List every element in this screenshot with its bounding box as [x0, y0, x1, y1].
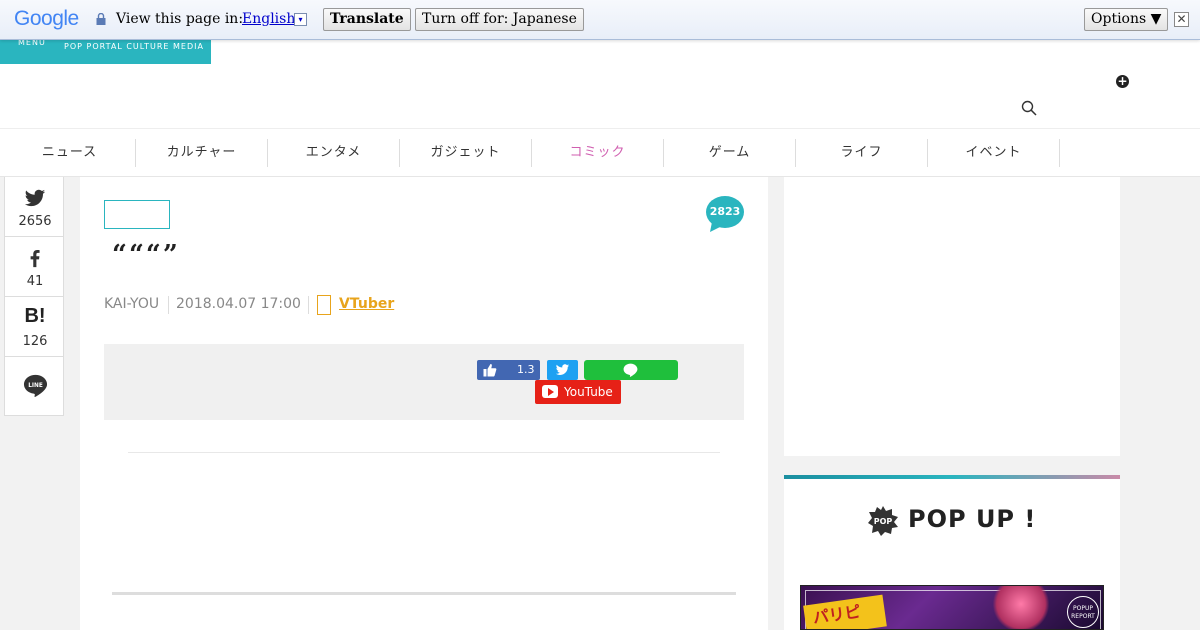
content-divider-thick [112, 592, 736, 595]
svg-text:LINE: LINE [28, 383, 43, 389]
nav-item[interactable]: ゲーム [664, 139, 796, 167]
translate-button[interactable]: Translate [323, 8, 411, 31]
site-logo-block[interactable]: MENU POP PORTAL CULTURE MEDIA [0, 38, 211, 64]
svg-text:POP: POP [874, 517, 893, 526]
search-icon[interactable] [1021, 100, 1037, 116]
pop-badge-icon: POP [868, 506, 898, 536]
plus-icon[interactable]: + [1116, 75, 1129, 88]
main-nav: ニュース カルチャー エンタメ ガジェット コミック ゲーム ライフ イベント [0, 128, 1200, 177]
turn-off-button[interactable]: Turn off for: Japanese [415, 8, 584, 31]
youtube-subscribe-button[interactable]: YouTube [535, 380, 621, 404]
nav-item[interactable]: イベント [928, 139, 1060, 167]
facebook-icon [30, 250, 40, 268]
comment-count: 2823 [709, 205, 741, 218]
nav-item[interactable]: ライフ [796, 139, 928, 167]
twitter-icon [555, 364, 570, 375]
line-share-button[interactable] [584, 360, 678, 380]
hatena-share[interactable]: B! 126 [5, 297, 63, 357]
twitter-icon [24, 189, 46, 207]
nav-item[interactable]: ニュース [4, 139, 136, 167]
twitter-share-count: 2656 [18, 214, 52, 229]
google-logo: Google [14, 7, 79, 31]
youtube-label: YouTube [564, 385, 613, 399]
pop-up-figure [991, 586, 1051, 629]
tag-icon [317, 295, 331, 315]
facebook-share-count: 41 [26, 274, 44, 289]
article-date: 2018.04.07 17:00 [176, 296, 301, 312]
nav-item[interactable]: ガジェット [400, 139, 532, 167]
pop-up-title: POP UP ! [908, 505, 1037, 533]
meta-divider [168, 296, 169, 314]
category-label[interactable] [104, 200, 170, 229]
google-logo-letters: Google [14, 7, 79, 30]
options-button[interactable]: Options ▼ [1084, 8, 1169, 31]
language-link[interactable]: English [242, 11, 295, 27]
facebook-like-count: 1.3 [517, 363, 535, 376]
meta-divider [308, 296, 309, 314]
content-divider [128, 452, 720, 453]
site-tagline: POP PORTAL CULTURE MEDIA [64, 42, 204, 51]
article-tag-link[interactable]: VTuber [339, 296, 394, 312]
share-column: 2656 41 B! 126 LINE [4, 177, 64, 416]
pop-up-report-mark: POPUP REPORT [1067, 596, 1099, 628]
pop-up-section: POP POP UP ! パリピ POPUP REPORT [784, 475, 1120, 630]
tweet-button[interactable] [547, 360, 578, 380]
pop-up-image[interactable]: パリピ POPUP REPORT [800, 585, 1104, 630]
nav-item[interactable]: エンタメ [268, 139, 400, 167]
line-icon [623, 363, 638, 377]
thumbs-up-icon [483, 364, 497, 377]
close-icon[interactable]: ✕ [1174, 12, 1189, 27]
nav-item[interactable]: カルチャー [136, 139, 268, 167]
article-author[interactable]: KAI-YOU [104, 296, 159, 312]
language-dropdown-icon[interactable]: ▾ [294, 13, 307, 26]
view-page-label: View this page in: [116, 11, 244, 27]
facebook-like-button[interactable]: 1.3 [477, 360, 540, 380]
translate-bar: Google View this page in: English ▾ Tran… [0, 0, 1200, 40]
hatena-share-count: 126 [22, 334, 48, 349]
nav-item-active[interactable]: コミック [532, 139, 664, 167]
line-icon: LINE [23, 374, 48, 397]
share-panel: 1.3 YouTube [104, 344, 744, 420]
facebook-share[interactable]: 41 [5, 237, 63, 297]
line-share[interactable]: LINE [5, 357, 63, 415]
youtube-icon [542, 385, 558, 398]
pop-up-accent-line [784, 475, 1120, 479]
lock-icon [96, 13, 106, 25]
twitter-share[interactable]: 2656 [5, 177, 63, 237]
article-title: “““” [112, 240, 180, 270]
sidebar-ad-area [784, 177, 1120, 456]
hatena-icon: B! [24, 305, 46, 327]
